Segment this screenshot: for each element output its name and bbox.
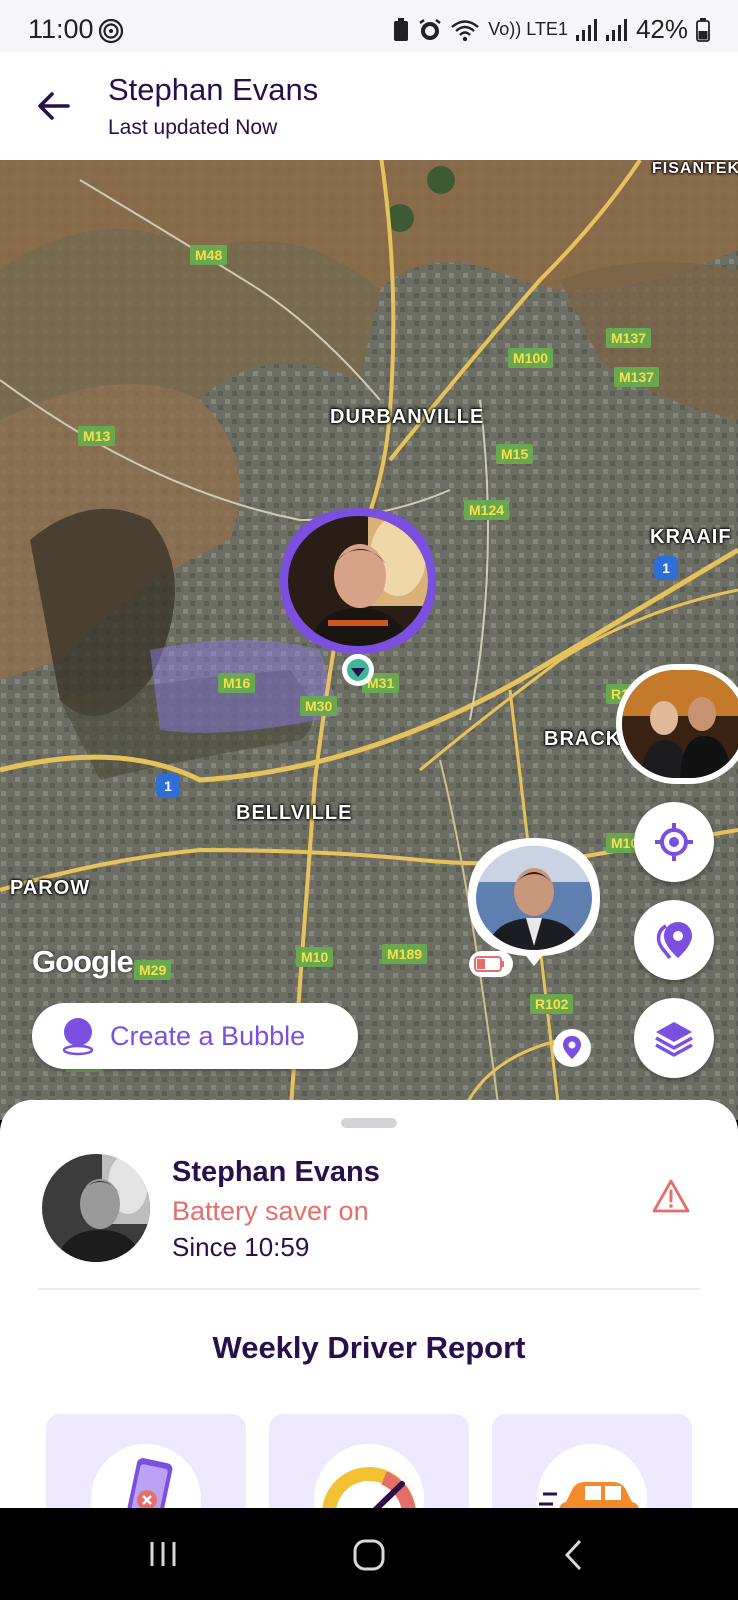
create-bubble-button[interactable]: Create a Bubble xyxy=(32,1003,358,1069)
member-name: Stephan Evans xyxy=(172,1156,380,1188)
wifi-icon xyxy=(451,19,480,41)
back-icon[interactable] xyxy=(562,1538,586,1572)
road-label: M16 xyxy=(218,673,256,693)
road-label: M189 xyxy=(382,944,428,964)
signal-icon xyxy=(575,18,597,41)
road-label: R102 xyxy=(530,994,574,1014)
recent-apps-icon[interactable] xyxy=(146,1538,180,1570)
member-status: Battery saver on xyxy=(172,1196,369,1226)
low-battery-icon xyxy=(469,951,513,977)
layers-icon xyxy=(655,1022,693,1057)
road-label: M48 xyxy=(190,245,228,265)
alarm-icon xyxy=(419,18,441,40)
signal-icon xyxy=(605,18,627,41)
place-label: BELLVILLE xyxy=(236,802,353,824)
member-pin-main[interactable] xyxy=(276,504,440,672)
status-bar: 11:00 Vo)) LTE1 42% xyxy=(0,0,738,52)
highway-shield: 1 xyxy=(654,556,678,580)
member-since: Since 10:59 xyxy=(172,1232,310,1262)
hotspot-icon xyxy=(98,18,124,44)
road-label: M124 xyxy=(464,500,510,520)
arrow-left-icon[interactable] xyxy=(34,86,74,126)
avatar xyxy=(616,664,738,784)
system-nav-bar xyxy=(0,1508,738,1600)
road-label: M10 xyxy=(296,947,334,967)
map-view[interactable]: DURBANVILLE BELLVILLE PAROW KRAAIF BRACK… xyxy=(0,160,738,1120)
road-label: M137 xyxy=(614,367,660,387)
weekly-report-title: Weekly Driver Report xyxy=(212,1330,526,1365)
road-label: M13 xyxy=(78,426,116,446)
map-attribution: Google xyxy=(32,944,134,979)
layers-button[interactable] xyxy=(634,998,714,1078)
place-label: PAROW xyxy=(10,877,91,899)
places-icon xyxy=(656,922,692,960)
battery-percent: 42% xyxy=(635,14,688,44)
battery-saver-icon xyxy=(394,17,409,41)
places-button[interactable] xyxy=(634,900,714,980)
avatar xyxy=(288,516,428,646)
road-label: M29 xyxy=(134,960,172,980)
bottom-sheet[interactable]: Stephan Evans Battery saver on Since 10:… xyxy=(0,1100,738,1534)
place-label: DURBANVILLE xyxy=(330,406,485,428)
home-icon[interactable] xyxy=(352,1538,386,1572)
place-label: KRAAIF xyxy=(650,526,732,548)
last-updated: Last updated Now xyxy=(108,116,278,139)
place-label: BRACK xyxy=(544,728,622,750)
avatar[interactable] xyxy=(42,1154,150,1262)
locate-icon xyxy=(655,823,693,861)
road-label: M30 xyxy=(300,696,338,716)
person-photo xyxy=(288,516,428,646)
app-header: Stephan Evans Last updated Now xyxy=(0,52,738,160)
battery-icon xyxy=(696,17,710,42)
person-photo xyxy=(42,1154,150,1262)
avatar xyxy=(476,846,592,950)
road-label: M137 xyxy=(606,328,652,348)
member-pin-2[interactable] xyxy=(616,664,738,786)
place-label: FISANTEK xyxy=(652,160,738,177)
highway-shield: 1 xyxy=(156,774,180,798)
status-right: Vo)) LTE1 42% xyxy=(392,14,710,45)
road-label: M15 xyxy=(496,444,534,464)
create-bubble-label: Create a Bubble xyxy=(110,1020,306,1051)
check-marker-icon xyxy=(342,654,374,686)
status-time: 11:00 xyxy=(28,14,94,44)
person-photo xyxy=(476,846,592,950)
sheet-handle[interactable] xyxy=(341,1118,397,1128)
bubble-icon xyxy=(62,1018,94,1056)
divider xyxy=(38,1288,700,1290)
member-pin-3[interactable] xyxy=(466,836,602,966)
warning-icon[interactable] xyxy=(652,1178,690,1214)
network-label: Vo)) LTE1 xyxy=(488,19,568,39)
locate-button[interactable] xyxy=(634,802,714,882)
place-pin-icon[interactable] xyxy=(552,1028,592,1068)
road-label: M100 xyxy=(508,348,554,368)
couple-photo xyxy=(622,670,738,778)
page-title: Stephan Evans xyxy=(108,72,319,107)
